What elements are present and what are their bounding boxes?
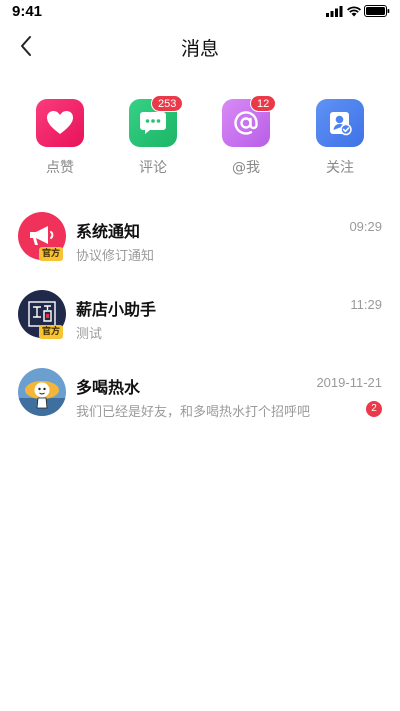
status-bar: 9:41 (0, 0, 400, 24)
message-preview: 测试 (76, 327, 103, 342)
quick-mentions-button[interactable]: 12 @我 (214, 95, 278, 179)
at-icon (234, 111, 258, 135)
quick-mentions-label: @我 (232, 160, 260, 176)
message-preview: 我们已经是好友，和多喝热水打个招呼吧 (76, 405, 311, 420)
likes-icon-tile (36, 99, 84, 147)
cartoon-avatar-icon (18, 381, 66, 416)
follows-icon-tile (316, 99, 364, 147)
quick-comments-button[interactable]: 253 评论 (121, 95, 185, 179)
user-check-icon (330, 112, 352, 136)
quick-follows-label: 关注 (326, 160, 354, 176)
wifi-icon (347, 6, 361, 17)
message-item-friend[interactable]: 多喝热水 2019-11-21 我们已经是好友，和多喝热水打个招呼吧 2 (0, 368, 400, 430)
message-time: 2019-11-21 (316, 375, 382, 390)
page-title: 消息 (180, 38, 219, 60)
avatar (18, 368, 66, 416)
signal-icon (326, 6, 343, 17)
message-title: 薪店小助手 (76, 300, 157, 319)
quick-follows-button[interactable]: 关注 (308, 99, 372, 179)
message-preview: 协议修订通知 (76, 249, 155, 264)
message-time: 09:29 (349, 219, 382, 234)
official-tag: 官方 (39, 325, 64, 339)
status-time: 9:41 (12, 3, 43, 20)
battery-icon (364, 5, 390, 17)
quick-actions: 点赞 253 评论 12 @我 关注 (0, 95, 400, 179)
status-icons (326, 5, 390, 19)
comments-badge: 253 (151, 95, 184, 112)
message-title: 多喝热水 (76, 378, 141, 397)
nav-bar: 消息 (0, 26, 400, 66)
mentions-badge: 12 (250, 95, 277, 112)
comment-icon (140, 112, 166, 134)
heart-icon (47, 111, 73, 134)
official-tag: 官方 (39, 247, 64, 261)
quick-likes-label: 点赞 (46, 160, 74, 176)
message-item-system[interactable]: 官方 系统通知 09:29 协议修订通知 (0, 212, 400, 274)
megaphone-icon (30, 226, 54, 245)
quick-comments-label: 评论 (139, 160, 167, 176)
message-time: 11:29 (350, 297, 382, 312)
avatar: 官方 (18, 212, 66, 261)
quick-likes-button[interactable]: 点赞 (28, 99, 92, 179)
unread-badge: 2 (366, 401, 382, 417)
avatar: 官方 (18, 290, 66, 339)
message-item-assistant[interactable]: 官方 薪店小助手 11:29 测试 (0, 290, 400, 352)
message-title: 系统通知 (76, 222, 141, 241)
